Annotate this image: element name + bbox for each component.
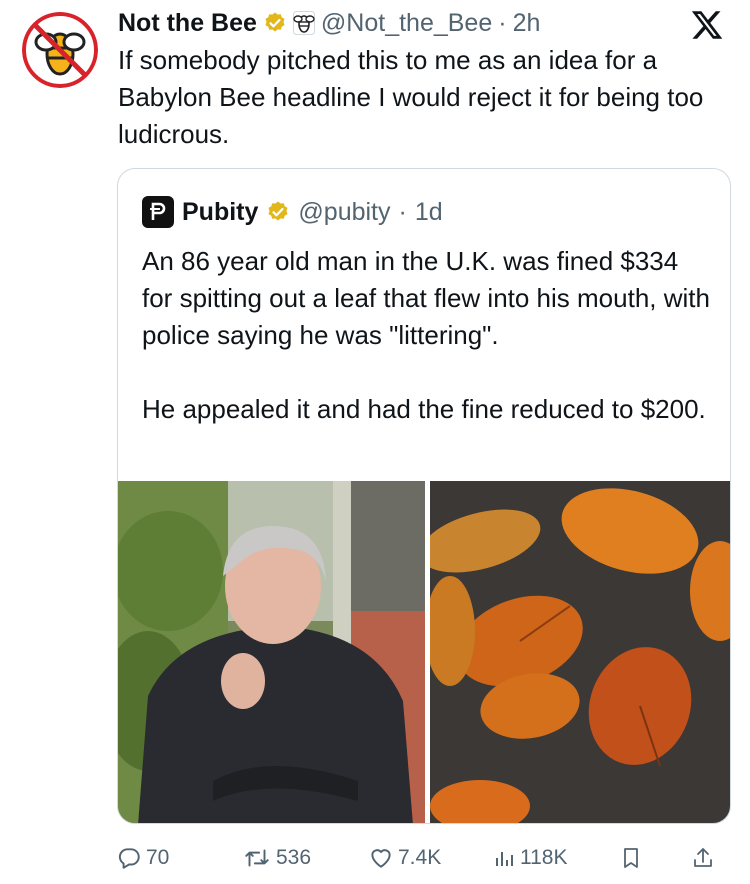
dot-separator: ·	[398, 197, 407, 226]
reply-count: 70	[146, 846, 170, 869]
like-count: 7.4K	[398, 846, 442, 869]
quoted-paragraph: An 86 year old man in the U.K. was fined…	[142, 246, 710, 350]
quoted-author-name[interactable]: Pubity	[182, 198, 258, 227]
share-icon	[694, 848, 712, 867]
affiliate-bee-icon	[292, 11, 315, 35]
view-count: 118K	[520, 846, 568, 869]
dot-separator: ·	[498, 8, 507, 37]
verified-badge-icon	[268, 201, 288, 221]
verified-badge-icon	[265, 12, 285, 32]
quoted-tweet-text: An 86 year old man in the U.K. was fined…	[142, 243, 712, 428]
avatar[interactable]	[22, 12, 98, 88]
timestamp[interactable]: 2h	[513, 9, 541, 38]
quoted-tweet-header: Pubity @pubity · 1d	[142, 195, 443, 229]
bookmark-button[interactable]	[619, 838, 643, 878]
photo-old-man-image	[118, 481, 425, 823]
reply-button[interactable]: 70	[116, 838, 169, 878]
reply-icon	[118, 848, 140, 869]
quoted-tweet-card[interactable]: Pubity @pubity · 1d An 86 year old man i…	[117, 168, 731, 824]
share-button[interactable]	[691, 838, 715, 878]
tweet-header: Not the Bee @Not_the_Bee · 2h	[118, 6, 540, 40]
views-bar-chart-icon	[496, 852, 513, 866]
tweet-action-bar: 70 536 7.4K 118K	[0, 838, 750, 878]
tweet-text: If somebody pitched this to me as an ide…	[118, 45, 704, 149]
heart-icon	[371, 849, 391, 868]
pubity-logo-icon	[150, 202, 166, 220]
repost-count: 536	[276, 846, 312, 869]
photo-old-man[interactable]	[118, 481, 425, 823]
quoted-timestamp[interactable]: 1d	[415, 198, 443, 227]
quoted-paragraph: He appealed it and had the fine reduced …	[142, 394, 706, 424]
x-logo-icon[interactable]	[690, 8, 724, 42]
bookmark-icon	[624, 848, 638, 868]
repost-icon	[245, 849, 269, 867]
quoted-author-handle[interactable]: @pubity	[298, 198, 390, 227]
repost-button[interactable]: 536	[242, 838, 311, 878]
views-button[interactable]: 118K	[492, 838, 568, 878]
author-handle[interactable]: @Not_the_Bee	[321, 9, 492, 38]
author-name[interactable]: Not the Bee	[118, 9, 257, 38]
not-the-bee-logo-icon	[22, 12, 98, 88]
photo-autumn-leaves-image	[430, 481, 730, 823]
like-button[interactable]: 7.4K	[368, 838, 441, 878]
photo-autumn-leaves[interactable]	[430, 481, 730, 823]
pubity-avatar[interactable]	[142, 196, 174, 228]
